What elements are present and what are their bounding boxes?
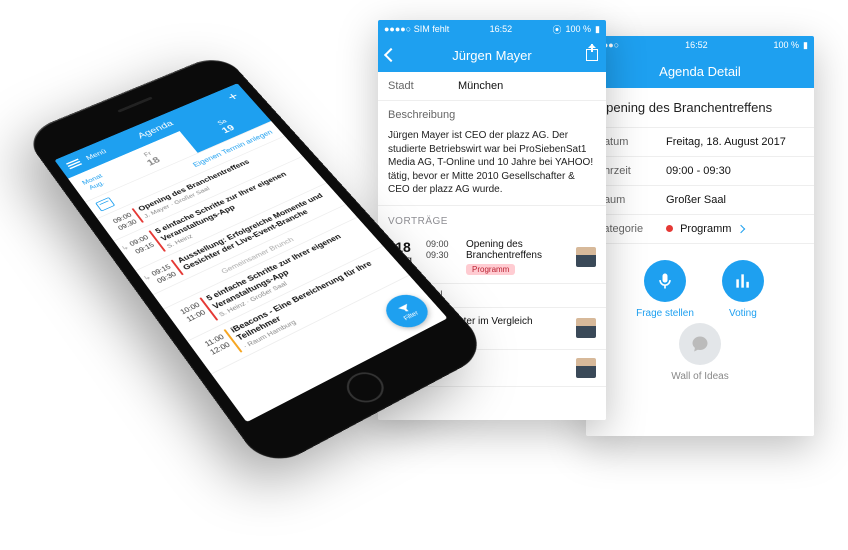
status-time: 16:52 [685, 40, 708, 50]
calendar-icon[interactable] [95, 197, 115, 212]
action-ask-label: Frage stellen [636, 308, 694, 319]
status-battery: 100 % [566, 24, 592, 34]
agenda-screen: Menü Agenda + Monat Aug. Fr18 Sa19 [54, 83, 447, 422]
status-battery: 100 % [774, 40, 800, 50]
label-time: Uhrzeit [596, 165, 666, 177]
navbar: Agenda Detail [586, 54, 814, 88]
filter-fab[interactable]: Filter [378, 289, 436, 334]
home-button[interactable] [340, 367, 391, 409]
speaker-avatar [576, 247, 596, 267]
action-wall-of-ideas[interactable]: Wall of Ideas [671, 323, 728, 382]
label-room: Raum [596, 194, 666, 206]
mic-icon [644, 260, 686, 302]
phone-agenda-detail: ●●●●○ 16:52 100 %▮ Agenda Detail Opening… [586, 36, 814, 436]
category-dot-icon [666, 225, 673, 232]
share-button[interactable] [586, 38, 598, 72]
phone-agenda: Menü Agenda + Monat Aug. Fr18 Sa19 [24, 2, 524, 542]
detail-heading: Opening des Branchentreffens [586, 88, 814, 128]
speaker-avatar [576, 318, 596, 338]
speaker-avatar [576, 358, 596, 378]
navbar-title: Agenda Detail [659, 64, 741, 79]
detail-body: Opening des Branchentreffens DatumFreita… [586, 88, 814, 436]
status-bar: ●●●●○ 16:52 100 %▮ [586, 36, 814, 54]
action-voting[interactable]: Voting [722, 260, 764, 319]
label-category: Kategorie [596, 223, 666, 235]
chat-bubble-icon [679, 323, 721, 365]
bar-chart-icon [722, 260, 764, 302]
chevron-right-icon [737, 225, 745, 233]
action-ask-question[interactable]: Frage stellen [636, 260, 694, 319]
action-wall-label: Wall of Ideas [671, 371, 728, 382]
value-date: Freitag, 18. August 2017 [666, 136, 804, 148]
device-frame: Menü Agenda + Monat Aug. Fr18 Sa19 [22, 52, 492, 471]
value-time: 09:00 - 09:30 [666, 165, 804, 177]
value-category: Programm [680, 223, 731, 235]
label-date: Datum [596, 136, 666, 148]
share-icon [586, 49, 598, 61]
category-row[interactable]: Kategorie Programm [586, 215, 814, 244]
action-vote-label: Voting [729, 308, 757, 319]
value-room: Großer Saal [666, 194, 804, 206]
